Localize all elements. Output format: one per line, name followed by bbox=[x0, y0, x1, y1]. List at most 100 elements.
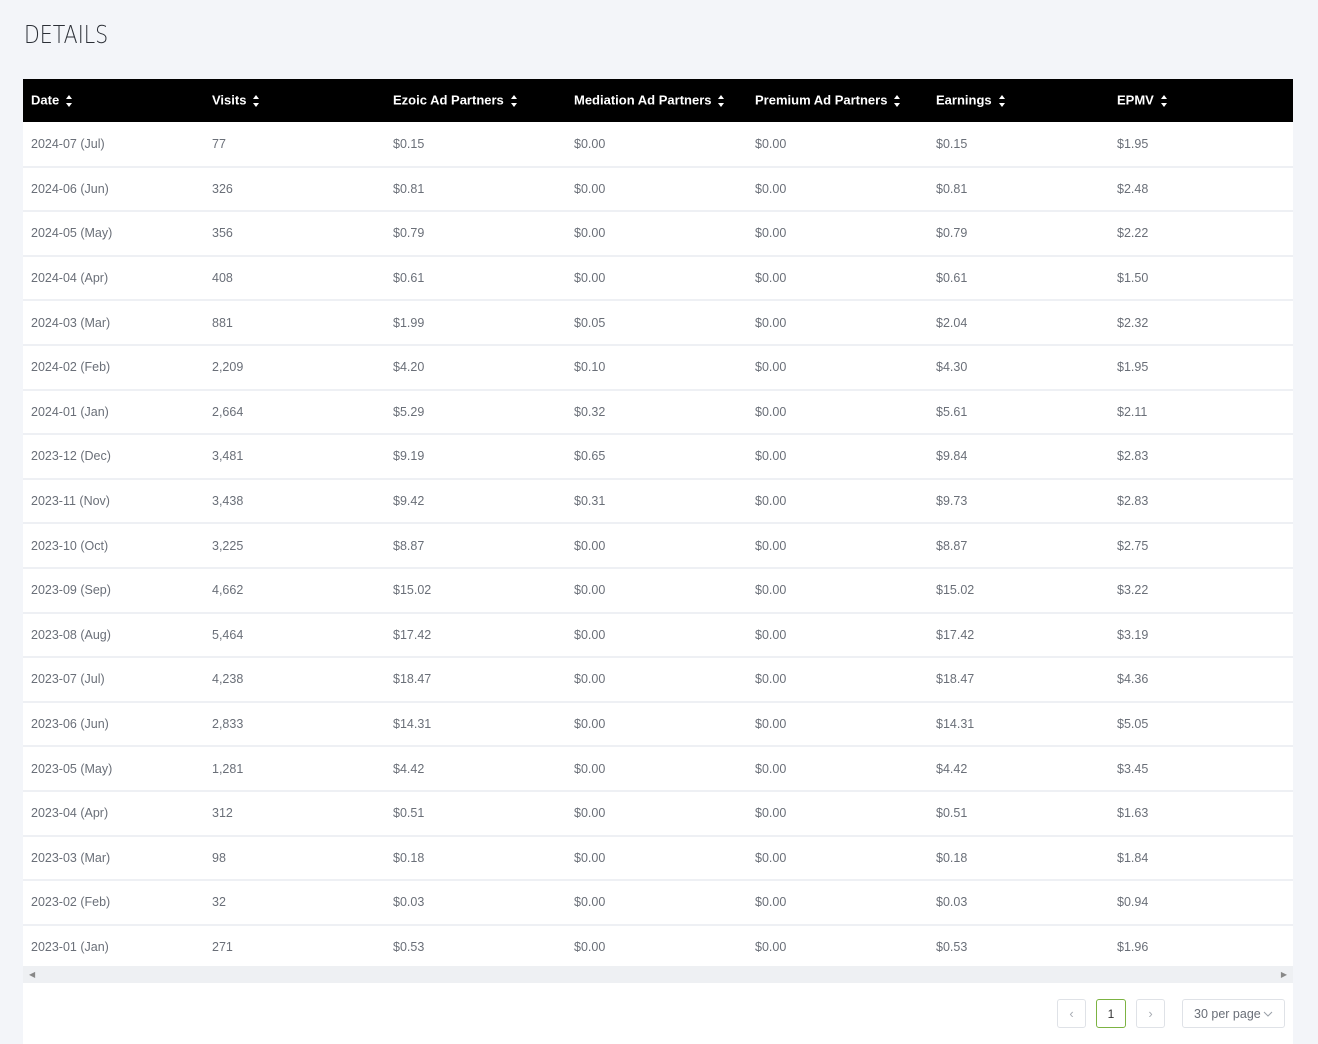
table-cell: 2024-05 (May) bbox=[23, 211, 204, 257]
table-cell: 2024-04 (Apr) bbox=[23, 255, 204, 302]
table-cell: $0.00 bbox=[747, 612, 928, 659]
table-row: 2023-02 (Feb) 32 $0.03 $0.00 $0.00 $0.03 $0.94 bbox=[23, 880, 1293, 926]
table-cell: $2.32 bbox=[1109, 300, 1293, 346]
table-cell: $0.10 bbox=[566, 344, 747, 391]
table-row: 2024-01 (Jan) 2,664 $5.29 $0.32 $0.00 $5.61 $2… bbox=[23, 389, 1293, 436]
next-page-button[interactable]: › bbox=[1136, 999, 1165, 1028]
sort-icon[interactable] bbox=[252, 92, 260, 110]
table-cell: 2023-11 (Nov) bbox=[23, 478, 204, 525]
column-header[interactable]: Mediation Ad Partners bbox=[566, 79, 747, 122]
table-body: 2024-07 (Jul) 77 $0.15 $0.00 $0.00 $0.15 $1.95… bbox=[23, 122, 1293, 971]
page-number: 1 bbox=[1107, 1006, 1115, 1021]
table-cell: 2,833 bbox=[204, 701, 385, 748]
table-cell: 3,438 bbox=[204, 478, 385, 525]
table-cell: $0.03 bbox=[928, 880, 1109, 926]
table-cell: $3.19 bbox=[1109, 612, 1293, 659]
table-cell: 326 bbox=[204, 166, 385, 213]
table-cell: $2.83 bbox=[1109, 478, 1293, 525]
table-row: 2023-03 (Mar) 98 $0.18 $0.00 $0.00 $0.18 $1.84 bbox=[23, 835, 1293, 882]
table-cell: $18.47 bbox=[385, 657, 566, 703]
table-cell: 3,225 bbox=[204, 523, 385, 569]
sort-icon[interactable] bbox=[510, 92, 518, 110]
table-header: Date Visits Ezoic Ad Partners Mediation Ad … bbox=[23, 79, 1293, 122]
horizontal-scrollbar[interactable]: ◀ ▶ bbox=[23, 966, 1293, 983]
per-page-select[interactable]: 30 per page bbox=[1182, 999, 1285, 1028]
table-cell: $0.79 bbox=[928, 211, 1109, 257]
table-cell: $4.42 bbox=[928, 746, 1109, 792]
table-cell: 2023-08 (Aug) bbox=[23, 612, 204, 659]
table-cell: $14.31 bbox=[385, 701, 566, 748]
table-cell: 4,238 bbox=[204, 657, 385, 703]
table-cell: $3.22 bbox=[1109, 567, 1293, 614]
column-header[interactable]: Premium Ad Partners bbox=[747, 79, 928, 122]
table-row: 2023-12 (Dec) 3,481 $9.19 $0.65 $0.00 $9.84 $2… bbox=[23, 434, 1293, 480]
column-header[interactable]: Date bbox=[23, 79, 204, 122]
table-row: 2024-04 (Apr) 408 $0.61 $0.00 $0.00 $0.61 $1.5… bbox=[23, 255, 1293, 302]
sort-icon[interactable] bbox=[717, 92, 725, 110]
table-cell: $0.00 bbox=[566, 523, 747, 569]
page-1-button[interactable]: 1 bbox=[1096, 999, 1126, 1028]
table-cell: 312 bbox=[204, 790, 385, 837]
table-cell: 2023-01 (Jan) bbox=[23, 924, 204, 971]
table-row: 2023-04 (Apr) 312 $0.51 $0.00 $0.00 $0.51 $1.6… bbox=[23, 790, 1293, 837]
table-cell: $0.00 bbox=[566, 880, 747, 926]
table-cell: 2024-01 (Jan) bbox=[23, 389, 204, 436]
table-cell: $0.00 bbox=[747, 344, 928, 391]
sort-icon[interactable] bbox=[893, 92, 901, 110]
table-cell: $8.87 bbox=[385, 523, 566, 569]
table-cell: $0.00 bbox=[747, 478, 928, 525]
scroll-left-icon[interactable]: ◀ bbox=[29, 970, 35, 979]
table-cell: 2023-06 (Jun) bbox=[23, 701, 204, 748]
table-cell: $0.32 bbox=[566, 389, 747, 436]
table-cell: 77 bbox=[204, 122, 385, 168]
table-cell: 2024-06 (Jun) bbox=[23, 166, 204, 213]
chevron-down-icon bbox=[1263, 1007, 1273, 1021]
table-cell: $0.00 bbox=[747, 122, 928, 168]
table-cell: $9.19 bbox=[385, 434, 566, 480]
sort-icon[interactable] bbox=[65, 92, 73, 110]
table-cell: $4.20 bbox=[385, 344, 566, 391]
table-cell: 881 bbox=[204, 300, 385, 346]
column-header[interactable]: Ezoic Ad Partners bbox=[385, 79, 566, 122]
table-cell: $0.61 bbox=[928, 255, 1109, 302]
table-cell: 2023-07 (Jul) bbox=[23, 657, 204, 703]
table-cell: $0.81 bbox=[385, 166, 566, 213]
table-cell: $0.00 bbox=[566, 211, 747, 257]
table-cell: $2.22 bbox=[1109, 211, 1293, 257]
table-cell: 2023-12 (Dec) bbox=[23, 434, 204, 480]
table-cell: 356 bbox=[204, 211, 385, 257]
table-cell: 3,481 bbox=[204, 434, 385, 480]
column-header[interactable]: Earnings bbox=[928, 79, 1109, 122]
previous-page-button[interactable]: ‹ bbox=[1057, 999, 1086, 1028]
sort-icon[interactable] bbox=[1160, 92, 1168, 110]
table-row: 2023-11 (Nov) 3,438 $9.42 $0.31 $0.00 $9.73 $2… bbox=[23, 478, 1293, 525]
table-cell: $1.63 bbox=[1109, 790, 1293, 837]
table-cell: $0.61 bbox=[385, 255, 566, 302]
table-cell: 2,209 bbox=[204, 344, 385, 391]
table-cell: $0.00 bbox=[747, 300, 928, 346]
table-row: 2024-03 (Mar) 881 $1.99 $0.05 $0.00 $2.04 $2.3… bbox=[23, 300, 1293, 346]
chevron-right-icon: › bbox=[1148, 1006, 1153, 1021]
table-cell: $0.00 bbox=[747, 389, 928, 436]
column-header-label: Mediation Ad Partners bbox=[574, 91, 712, 107]
table-cell: $5.29 bbox=[385, 389, 566, 436]
column-header[interactable]: EPMV bbox=[1109, 79, 1293, 122]
sort-icon[interactable] bbox=[998, 92, 1006, 110]
column-header[interactable]: Visits bbox=[204, 79, 385, 122]
table-row: 2024-05 (May) 356 $0.79 $0.00 $0.00 $0.79 $2.2… bbox=[23, 211, 1293, 257]
table-cell: $4.42 bbox=[385, 746, 566, 792]
table-cell: 4,662 bbox=[204, 567, 385, 614]
table-cell: $1.96 bbox=[1109, 924, 1293, 971]
table-cell: $4.36 bbox=[1109, 657, 1293, 703]
table-cell: 2023-02 (Feb) bbox=[23, 880, 204, 926]
table-cell: $0.00 bbox=[566, 835, 747, 882]
table-cell: 408 bbox=[204, 255, 385, 302]
table-cell: $0.00 bbox=[747, 924, 928, 971]
table-cell: $0.00 bbox=[747, 434, 928, 480]
table-cell: $2.48 bbox=[1109, 166, 1293, 213]
table-cell: $0.00 bbox=[566, 701, 747, 748]
table-cell: 2024-07 (Jul) bbox=[23, 122, 204, 168]
scroll-right-icon[interactable]: ▶ bbox=[1281, 970, 1287, 979]
table-cell: $9.42 bbox=[385, 478, 566, 525]
column-header-label: EPMV bbox=[1117, 91, 1154, 107]
